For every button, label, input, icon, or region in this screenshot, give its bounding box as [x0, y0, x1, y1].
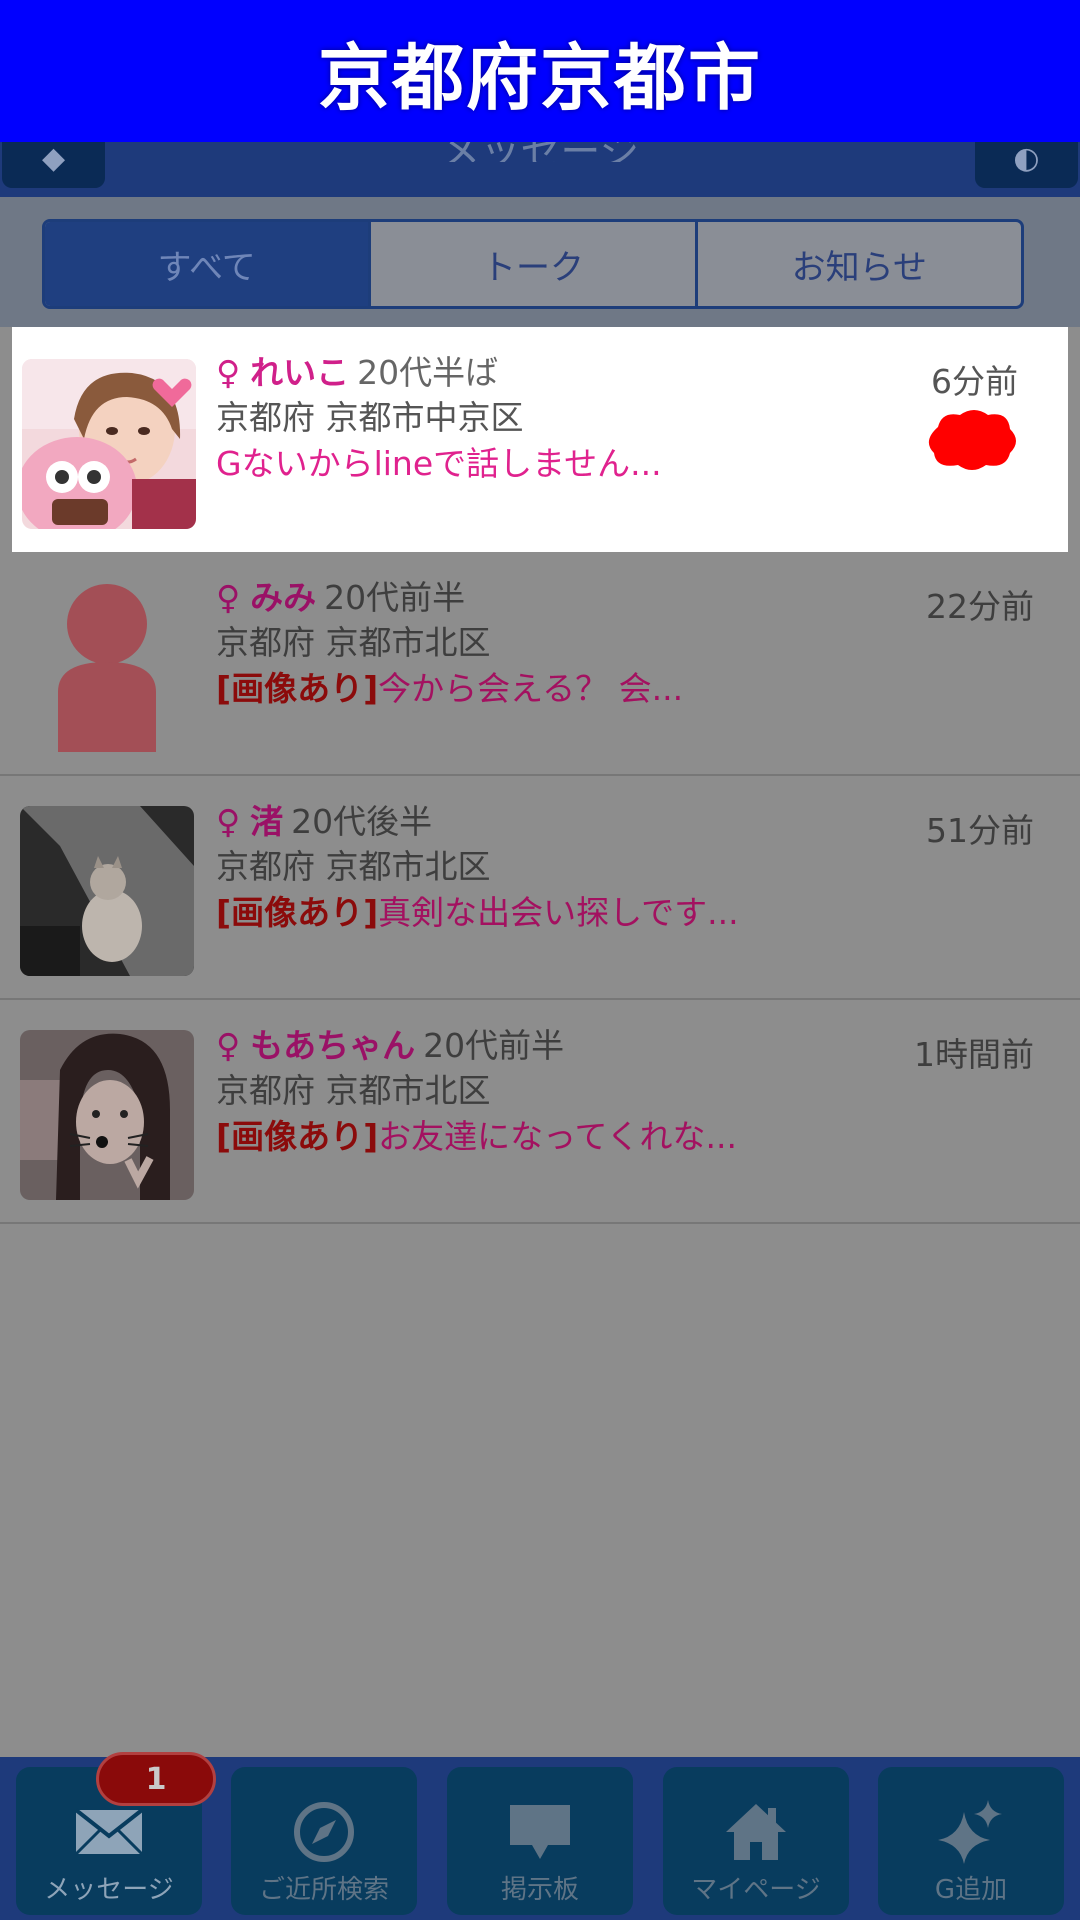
chevron-left-icon: ◆ — [41, 141, 66, 176]
avatar — [20, 806, 194, 976]
location-banner: 京都府京都市 — [0, 0, 1080, 142]
message-time: 1時間前 — [914, 1035, 1034, 1074]
message-row-nagisa[interactable]: ♀ 渚 20代後半 京都府 京都市北区 [画像あり]真剣な出会い探しです... 51… — [0, 776, 1080, 1000]
compass-icon — [292, 1797, 356, 1867]
avatar — [22, 359, 196, 529]
message-tabs: すべて トーク お知らせ — [42, 219, 1024, 309]
message-preview: [画像あり]お友達になってくれな... — [216, 1114, 896, 1160]
screen: メッセージ ◆ ◐ 京都府京都市 すべて トーク お知らせ — [0, 0, 1080, 1920]
back-button[interactable]: ◆ — [2, 142, 105, 188]
avatar — [20, 1030, 194, 1200]
message-row-mimi[interactable]: ♀ みみ 20代前半 京都府 京都市北区 [画像あり]今から会える？ 会... 22… — [0, 552, 1080, 776]
image-tag: [画像あり] — [216, 669, 379, 708]
tabs-area: すべて トーク お知らせ — [0, 197, 1080, 327]
message-content: ♀ れいこ 20代半ば 京都府 京都市中京区 Gないからlineで話しません... — [216, 351, 896, 487]
tab-notices[interactable]: お知らせ — [694, 222, 1021, 306]
user-location: 京都府 京都市北区 — [216, 1071, 491, 1110]
image-tag: [画像あり] — [216, 893, 379, 932]
female-icon: ♀ — [216, 578, 241, 617]
tab-talk[interactable]: トーク — [368, 222, 694, 306]
unread-count-badge: 1 — [96, 1752, 216, 1806]
avatar — [20, 582, 194, 752]
nav-nearby-search[interactable]: ご近所検索 — [231, 1767, 417, 1915]
user-name: 渚 — [250, 802, 284, 841]
envelope-icon — [74, 1797, 144, 1867]
nav-my-page[interactable]: マイページ — [663, 1767, 849, 1915]
preview-text: 今から会える？ 会... — [378, 669, 684, 708]
message-header: ♀ みみ 20代前半 — [216, 576, 896, 620]
message-time: 22分前 — [926, 587, 1034, 626]
nav-bulletin-board[interactable]: 掲示板 — [447, 1767, 633, 1915]
user-location: 京都府 京都市北区 — [216, 847, 491, 886]
sparkle-icon — [938, 1797, 1004, 1867]
preview-text: お友達になってくれな... — [378, 1117, 738, 1156]
message-content: ♀ もあちゃん 20代前半 京都府 京都市北区 [画像あり]お友達になってくれな..… — [216, 1024, 896, 1160]
nav-label: マイページ — [691, 1875, 821, 1905]
preview-text: 真剣な出会い探しです... — [378, 893, 739, 932]
female-icon: ♀ — [216, 1026, 241, 1065]
nav-add-g[interactable]: G追加 — [878, 1767, 1064, 1915]
user-name: もあちゃん — [250, 1026, 416, 1065]
message-content: ♀ 渚 20代後半 京都府 京都市北区 [画像あり]真剣な出会い探しです... — [216, 800, 896, 936]
nav-label: ご近所検索 — [258, 1875, 389, 1905]
message-list: ♀ れいこ 20代半ば 京都府 京都市中京区 Gないからlineで話しません... … — [0, 327, 1080, 1224]
user-name: れいこ — [250, 353, 350, 392]
message-header: ♀ もあちゃん 20代前半 — [216, 1024, 896, 1068]
nav-label: G追加 — [934, 1875, 1008, 1905]
message-time: 6分前 — [931, 362, 1018, 401]
header-title: メッセージ — [0, 142, 1080, 162]
nav-label: メッセージ — [44, 1875, 174, 1905]
message-header: ♀ 渚 20代後半 — [216, 800, 896, 844]
message-content: ♀ みみ 20代前半 京都府 京都市北区 [画像あり]今から会える？ 会... — [216, 576, 896, 712]
user-location: 京都府 京都市北区 — [216, 623, 491, 662]
tab-all[interactable]: すべて — [45, 222, 369, 306]
female-icon: ♀ — [216, 802, 241, 841]
speech-bubble-icon — [508, 1797, 572, 1867]
image-tag: [画像あり] — [216, 1117, 379, 1156]
user-age: 20代半ば — [357, 353, 499, 392]
unread-blob-icon — [928, 410, 1016, 470]
user-age: 20代前半 — [324, 578, 466, 617]
user-name: みみ — [250, 578, 317, 617]
message-time: 51分前 — [926, 811, 1034, 850]
preview-text: Gないからlineで話しません... — [216, 444, 662, 483]
female-icon: ♀ — [216, 353, 241, 392]
message-row-reiko[interactable]: ♀ れいこ 20代半ば 京都府 京都市中京区 Gないからlineで話しません... … — [12, 327, 1068, 552]
message-preview: Gないからlineで話しません... — [216, 441, 896, 487]
user-location: 京都府 京都市中京区 — [216, 398, 524, 437]
nav-label: 掲示板 — [500, 1875, 579, 1905]
settings-button[interactable]: ◐ — [975, 142, 1078, 188]
message-preview: [画像あり]今から会える？ 会... — [216, 666, 896, 712]
message-preview: [画像あり]真剣な出会い探しです... — [216, 890, 896, 936]
banner-title: 京都府京都市 — [317, 35, 762, 120]
user-age: 20代後半 — [291, 802, 433, 841]
home-icon — [724, 1797, 788, 1867]
gear-icon: ◐ — [1013, 141, 1040, 176]
message-row-moachan[interactable]: ♀ もあちゃん 20代前半 京都府 京都市北区 [画像あり]お友達になってくれな..… — [0, 1000, 1080, 1224]
user-age: 20代前半 — [423, 1026, 565, 1065]
message-header: ♀ れいこ 20代半ば — [216, 351, 896, 395]
